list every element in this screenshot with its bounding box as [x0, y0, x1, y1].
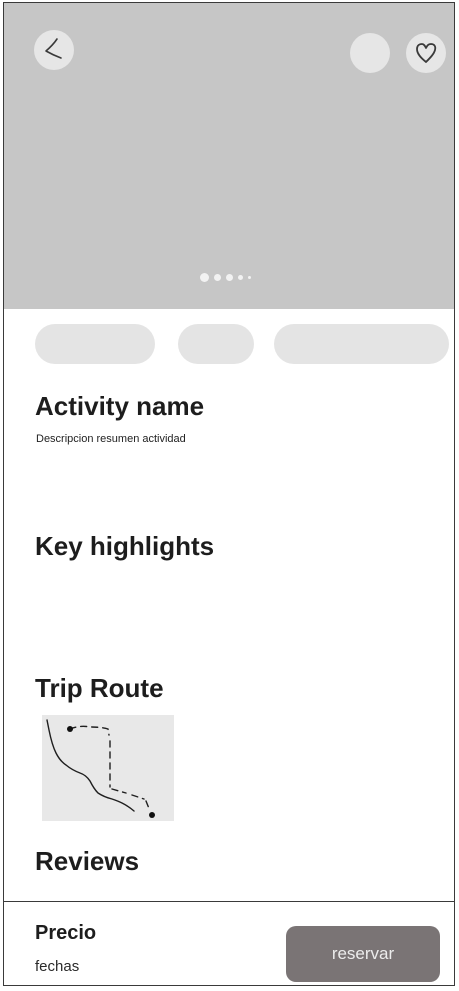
activity-description: Descripcion resumen actividad: [36, 433, 186, 445]
carousel-dot[interactable]: [238, 275, 243, 280]
price-label: Precio: [35, 922, 97, 944]
carousel-dot[interactable]: [214, 274, 221, 281]
trip-route-heading: Trip Route: [35, 673, 164, 703]
carousel-dot[interactable]: [226, 274, 233, 281]
activity-detail-screen: Activity name Descripcion resumen activi…: [3, 2, 455, 986]
booking-bar: Precio fechas reservar: [4, 901, 454, 985]
reviews-heading: Reviews: [35, 846, 140, 876]
dates-label: fechas: [35, 958, 80, 975]
carousel-dot[interactable]: [248, 276, 251, 279]
category-chip[interactable]: [274, 324, 449, 364]
carousel-pagination[interactable]: [200, 273, 251, 282]
route-map-icon: [46, 719, 155, 818]
trip-route-map[interactable]: [42, 715, 174, 821]
favorite-button[interactable]: [406, 33, 446, 73]
share-button[interactable]: [350, 33, 390, 73]
category-chip[interactable]: [35, 324, 155, 364]
back-button[interactable]: [34, 30, 74, 70]
activity-name: Activity name: [35, 391, 205, 421]
hero-image-carousel[interactable]: [4, 3, 454, 309]
category-chip[interactable]: [178, 324, 254, 364]
carousel-dot-active[interactable]: [200, 273, 209, 282]
reserve-button[interactable]: reservar: [286, 926, 440, 982]
heart-icon: [416, 43, 437, 63]
back-arrow-icon: [45, 38, 62, 59]
key-highlights-heading: Key highlights: [35, 531, 215, 561]
